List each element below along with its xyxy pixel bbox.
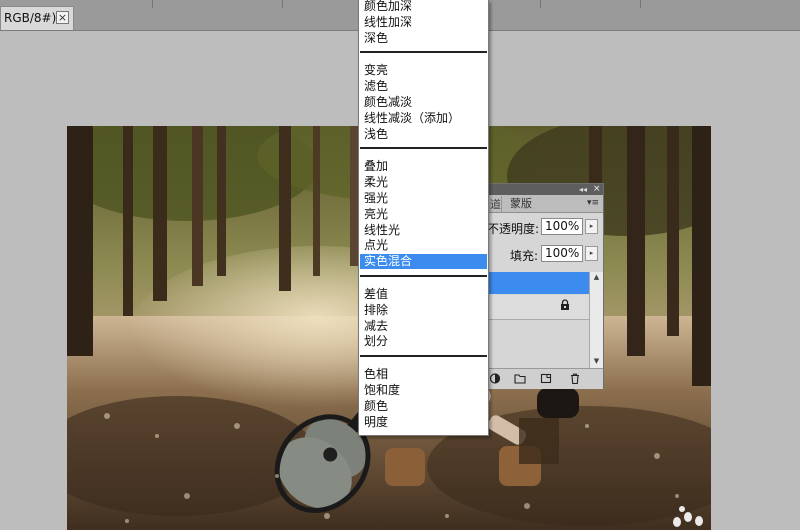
- fill-input[interactable]: 100%: [541, 245, 583, 262]
- panel-menu-icon[interactable]: ▾≡: [587, 198, 599, 208]
- tab-close-icon[interactable]: ×: [56, 11, 69, 24]
- blend-mode-option[interactable]: 颜色加深: [360, 0, 487, 14]
- strip-separator: [640, 0, 641, 8]
- blend-mode-option[interactable]: 线性加深: [360, 15, 487, 30]
- strip-separator: [152, 0, 153, 8]
- blend-mode-option[interactable]: 排除: [360, 303, 487, 318]
- blend-mode-option[interactable]: 色相: [360, 367, 487, 382]
- layer-row-selected[interactable]: [487, 272, 589, 294]
- blend-mode-option[interactable]: 浅色: [360, 127, 487, 142]
- blend-mode-option[interactable]: 强光: [360, 191, 487, 206]
- strip-separator: [282, 0, 283, 8]
- layers-panel-footer: [487, 368, 603, 389]
- layers-panel: ◂◂ × 道 蒙版 ▾≡ 不透明度: 100% ▸ 填充: 100% ▸ ▲ ▼: [486, 183, 604, 389]
- blend-mode-option[interactable]: 颜色: [360, 399, 487, 414]
- menu-separator: [360, 275, 487, 277]
- blend-mode-option[interactable]: 明度: [360, 415, 487, 430]
- scroll-down-icon[interactable]: ▼: [590, 356, 603, 367]
- panel-title-bar[interactable]: ◂◂ ×: [487, 184, 603, 195]
- blend-mode-option[interactable]: 划分: [360, 334, 487, 349]
- blend-mode-option[interactable]: 差值: [360, 287, 487, 302]
- lock-icon: [561, 299, 569, 310]
- blend-mode-option[interactable]: 减去: [360, 319, 487, 334]
- blend-mode-option[interactable]: 点光: [360, 238, 487, 253]
- paw-watermark-icon: [673, 506, 703, 527]
- opacity-label: 不透明度:: [487, 222, 540, 236]
- document-tab[interactable]: RGB/8#) * ×: [0, 6, 74, 30]
- strip-separator: [540, 0, 541, 8]
- blend-mode-option[interactable]: 线性减淡（添加）: [360, 111, 487, 126]
- blend-mode-option[interactable]: 深色: [360, 31, 487, 46]
- tab-channels[interactable]: 道: [487, 196, 502, 212]
- fill-arrow-icon[interactable]: ▸: [585, 246, 598, 261]
- opacity-arrow-icon[interactable]: ▸: [585, 219, 598, 234]
- layer-row-background[interactable]: [487, 295, 589, 320]
- menu-separator: [360, 355, 487, 358]
- menu-separator: [360, 147, 487, 150]
- panel-tab-bar: 道 蒙版 ▾≡: [487, 195, 603, 213]
- menu-separator: [360, 51, 487, 54]
- blend-mode-dropdown[interactable]: 颜色加深 线性加深 深色变亮 滤色 颜色减淡 线性减淡（添加） 浅色叠加 柔光 强光 亮光 线性光点…: [358, 0, 489, 436]
- fill-label: 填充:: [510, 249, 539, 263]
- scroll-up-icon[interactable]: ▲: [590, 272, 603, 283]
- close-icon[interactable]: ×: [593, 184, 601, 195]
- folder-icon[interactable]: [514, 373, 526, 384]
- blend-mode-option[interactable]: 实色混合: [360, 254, 487, 270]
- blend-mode-option[interactable]: 颜色减淡: [360, 95, 487, 110]
- new-layer-icon[interactable]: [540, 373, 552, 384]
- collapse-icon[interactable]: ◂◂: [579, 184, 587, 195]
- tab-masks[interactable]: 蒙版: [501, 195, 541, 212]
- adjustment-layer-icon[interactable]: [489, 373, 501, 384]
- blend-mode-option[interactable]: 柔光: [360, 175, 487, 190]
- trash-icon[interactable]: [569, 373, 581, 384]
- blend-mode-option[interactable]: 滤色: [360, 79, 487, 94]
- blend-mode-option[interactable]: 亮光: [360, 207, 487, 222]
- blend-mode-option[interactable]: 变亮: [360, 63, 487, 78]
- blend-mode-option[interactable]: 饱和度: [360, 383, 487, 398]
- blend-mode-option[interactable]: 线性光: [360, 223, 487, 238]
- blend-mode-option[interactable]: 叠加: [360, 159, 487, 174]
- layers-scrollbar[interactable]: ▲ ▼: [589, 272, 603, 368]
- opacity-input[interactable]: 100%: [541, 218, 583, 235]
